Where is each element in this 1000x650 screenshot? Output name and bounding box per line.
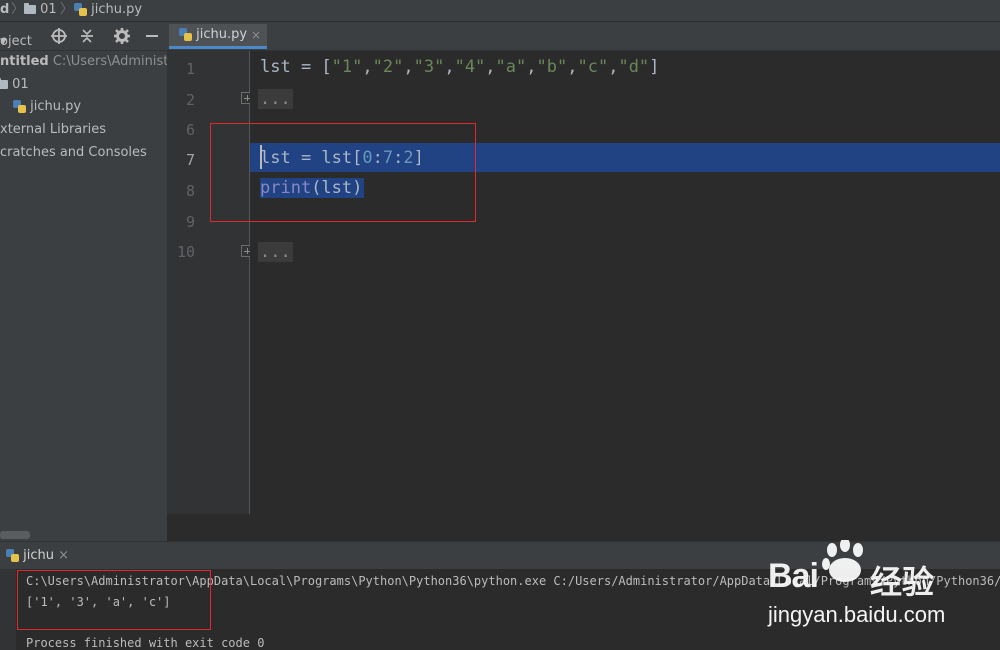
run-toolbar: [0, 569, 16, 650]
breadcrumb-project[interactable]: d: [0, 1, 9, 19]
tree-item-label: xternal Libraries: [0, 122, 106, 137]
breadcrumb-separator-icon: 〉: [11, 2, 25, 17]
line-number: 8: [185, 182, 195, 200]
tree-item-jichu-py[interactable]: jichu.py: [13, 96, 81, 118]
breadcrumb-separator-icon: 〉: [60, 2, 74, 17]
breadcrumb-folder[interactable]: 01: [24, 1, 57, 19]
code-editor[interactable]: lst = ["1","2","3","4","a","b","c","d"] …: [250, 51, 1000, 514]
breadcrumb-file-label: jichu.py: [91, 2, 143, 17]
line-number: 2: [185, 91, 195, 109]
line-number-gutter: 1 2 6 7 8 9 10: [167, 51, 250, 514]
project-tree: ntitled C:\Users\Administ 01 jichu.py xt…: [0, 51, 168, 531]
run-tab-label: jichu: [23, 548, 54, 563]
watermark-url: jingyan.baidu.com: [768, 602, 946, 627]
folded-code-placeholder[interactable]: ...: [258, 89, 293, 109]
python-file-icon: [74, 3, 87, 16]
watermark-brand-cn: 经验: [870, 563, 935, 601]
tab-jichu-py[interactable]: jichu.py ×: [169, 24, 267, 49]
tree-item-label: 01: [12, 77, 29, 92]
breadcrumb-folder-label: 01: [40, 2, 57, 17]
tree-item-label: ntitled: [0, 54, 49, 69]
baidu-jingyan-watermark: Bai 经验 jingyan.baidu.com: [760, 540, 1000, 650]
annotation-box-code: [210, 123, 476, 222]
line-number: 10: [176, 243, 195, 261]
gear-icon[interactable]: [114, 28, 130, 44]
line-number: 6: [185, 121, 195, 139]
folder-icon: [24, 3, 36, 14]
line-number: 9: [185, 213, 195, 231]
run-tab-jichu[interactable]: jichu ×: [6, 546, 69, 566]
target-icon[interactable]: [51, 28, 67, 44]
code-line-1[interactable]: lst = ["1","2","3","4","a","b","c","d"]: [260, 57, 659, 77]
tab-label: jichu.py: [196, 27, 248, 42]
tree-item-project-root[interactable]: ntitled C:\Users\Administ: [0, 51, 168, 73]
folded-code-placeholder[interactable]: ...: [258, 242, 293, 262]
tree-item-label: jichu.py: [30, 99, 82, 114]
python-file-icon: [13, 100, 26, 113]
tree-item-scratches[interactable]: cratches and Consoles: [0, 142, 147, 164]
annotation-box-output: [17, 570, 211, 630]
tree-item-folder-01[interactable]: 01: [0, 74, 29, 96]
scrollbar-thumb[interactable]: [0, 531, 30, 539]
project-toolbar: oject ▾: [0, 22, 167, 51]
line-number: 7: [185, 151, 195, 169]
console-line-exit: Process finished with exit code 0: [26, 636, 265, 650]
editor-tab-bar: jichu.py ×: [167, 22, 1000, 51]
breadcrumb-file[interactable]: jichu.py: [74, 1, 142, 19]
tree-item-external-libraries[interactable]: xternal Libraries: [0, 119, 106, 141]
tree-item-label: cratches and Consoles: [0, 145, 147, 160]
minimize-icon[interactable]: [144, 28, 160, 44]
line-number: 1: [185, 60, 195, 78]
close-icon[interactable]: ×: [251, 24, 261, 46]
editor-bottom-area: [167, 514, 1000, 542]
watermark-brand: Bai: [768, 557, 819, 595]
project-horizontal-scrollbar[interactable]: [0, 531, 167, 541]
collapse-all-icon[interactable]: [79, 28, 95, 44]
tree-item-path: C:\Users\Administ: [52, 54, 169, 69]
folder-icon: [0, 78, 8, 89]
chevron-down-icon: ▾: [0, 34, 7, 49]
close-icon[interactable]: ×: [58, 548, 69, 563]
navigation-bar: d 〉 01 〉 jichu.py: [0, 0, 1000, 22]
python-file-icon: [179, 28, 192, 41]
python-run-icon: [6, 549, 19, 562]
